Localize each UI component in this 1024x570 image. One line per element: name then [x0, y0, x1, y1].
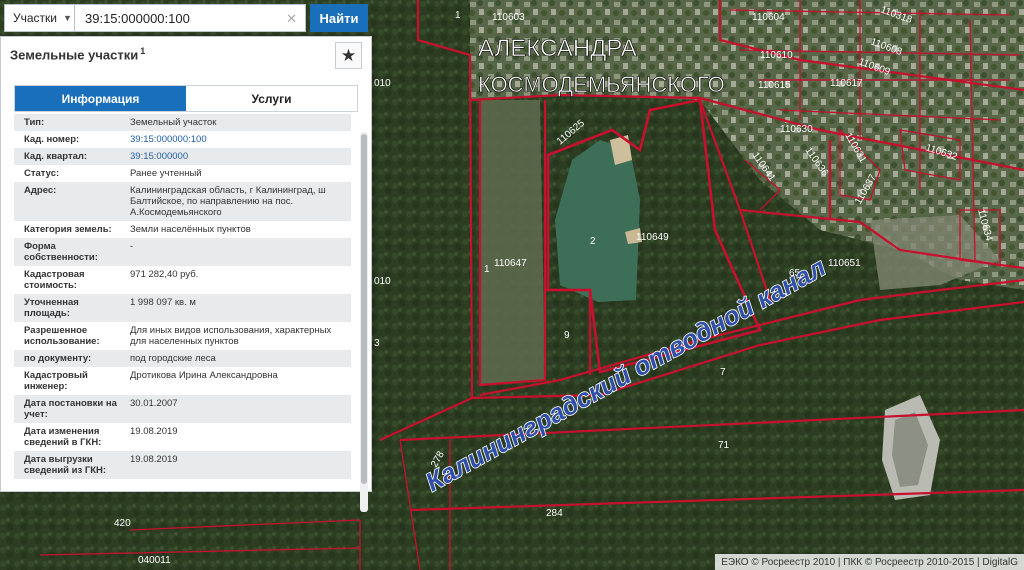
field-label: Адрес: — [14, 182, 126, 221]
panel-header: Земельные участки 1 ★ — [1, 37, 371, 77]
panel-scrollbar[interactable] — [360, 132, 368, 512]
search-query-text: 39:15:000000:100 — [85, 10, 190, 26]
scrollbar-thumb[interactable] — [361, 134, 367, 484]
panel-title: Земельные участки 1 — [10, 46, 145, 62]
field-value: Ранее учтенный — [126, 165, 351, 182]
table-row: Форма собственности: - — [14, 238, 351, 266]
tab-services[interactable]: Услуги — [186, 86, 357, 111]
parcel-label: 3 — [374, 338, 380, 349]
info-table: Тип: Земельный участок Кад. номер: 39:15:0… — [14, 114, 351, 479]
parcel-label: 110615 — [758, 80, 791, 91]
parcel-label: 1 — [484, 264, 490, 275]
panel-title-text: Земельные участки — [10, 47, 139, 63]
parcel-label: 9 — [564, 330, 570, 341]
info-table-container: Тип: Земельный участок Кад. номер: 39:15:0… — [14, 114, 360, 490]
district-label: АЛЕКСАНДРА — [478, 35, 637, 62]
table-row: Кадастровый инженер: Дротикова Ирина Алек… — [14, 367, 351, 395]
table-row: Уточненная площадь: 1 998 097 кв. м — [14, 294, 351, 322]
parcel-label: 110604 — [752, 12, 785, 23]
field-label: Дата изменения сведений в ГКН: — [14, 423, 126, 451]
parcel-label: 010 — [374, 276, 391, 287]
favorite-button[interactable]: ★ — [335, 42, 362, 69]
table-row: Статус: Ранее учтенный — [14, 165, 351, 182]
table-row: Кад. номер: 39:15:000000:100 — [14, 131, 351, 148]
field-value: Дротикова Ирина Александровна — [126, 367, 351, 395]
parcel-label: 110630 — [780, 124, 813, 135]
field-label: по документу: — [14, 350, 126, 367]
parcel-label: 110610 — [760, 50, 793, 61]
field-label: Статус: — [14, 165, 126, 182]
field-value: под городские леса — [126, 350, 351, 367]
table-row: Дата изменения сведений в ГКН: 19.08.2019 — [14, 423, 351, 451]
field-value: Для иных видов использования, характерны… — [126, 322, 351, 350]
parcel-label: 110617 — [830, 78, 863, 89]
parcel-label: 110647 — [494, 258, 527, 269]
table-row: Кад. квартал: 39:15:000000 — [14, 148, 351, 165]
land-plots-panel: Земельные участки 1 ★ Информация Услуги Т… — [0, 36, 372, 512]
field-value: Земельный участок — [126, 114, 351, 131]
search-scope-label: Участки — [13, 11, 57, 25]
table-row: Адрес: Калининградская область, г Калинин… — [14, 182, 351, 221]
panel-tabs: Информация Услуги — [14, 85, 358, 112]
field-label: Категория земель: — [14, 221, 126, 238]
clear-icon[interactable]: ✕ — [286, 11, 297, 27]
parcel-label: 420 — [114, 518, 131, 529]
table-row: по документу: под городские леса — [14, 350, 351, 367]
field-value: 30.01.2007 — [126, 395, 351, 423]
find-button[interactable]: Найти — [310, 4, 368, 32]
cadastral-quarter-link[interactable]: 39:15:000000 — [126, 148, 351, 165]
field-label: Кад. номер: — [14, 131, 126, 148]
field-label: Разрешенное использование: — [14, 322, 126, 350]
cadastral-number-link[interactable]: 39:15:000000:100 — [126, 131, 351, 148]
search-bar: Участки ▼ 39:15:000000:100 ✕ Найти — [4, 4, 368, 32]
field-label: Тип: — [14, 114, 126, 131]
parcel-label: 110651 — [828, 258, 861, 269]
field-value: 19.08.2019 — [126, 451, 351, 479]
tab-info[interactable]: Информация — [15, 86, 186, 111]
parcel-label: 71 — [718, 440, 730, 451]
field-value: - — [126, 238, 351, 266]
parcel-label: 1 — [455, 10, 461, 21]
parcel-label: 110603 — [492, 12, 525, 23]
field-value: 971 282,40 руб. — [126, 266, 351, 294]
table-row: Дата постановки на учет: 30.01.2007 — [14, 395, 351, 423]
field-value: 19.08.2019 — [126, 423, 351, 451]
field-label: Кадастровая стоимость: — [14, 266, 126, 294]
field-label: Кадастровый инженер: — [14, 367, 126, 395]
field-label: Уточненная площадь: — [14, 294, 126, 322]
parcel-label: 284 — [546, 508, 563, 519]
table-row: Кадастровая стоимость: 971 282,40 руб. — [14, 266, 351, 294]
district-label: КОСМОДЕМЬЯНСКОГО — [478, 72, 725, 97]
field-label: Кад. квартал: — [14, 148, 126, 165]
field-label: Дата выгрузки сведений из ГКН: — [14, 451, 126, 479]
field-label: Дата постановки на учет: — [14, 395, 126, 423]
result-count: 1 — [140, 46, 146, 56]
star-icon: ★ — [340, 45, 357, 65]
table-row: Дата выгрузки сведений из ГКН: 19.08.2019 — [14, 451, 351, 479]
search-input[interactable]: 39:15:000000:100 ✕ — [74, 4, 306, 32]
field-value: Калининградская область, г Калининград, … — [126, 182, 351, 221]
field-value: 1 998 097 кв. м — [126, 294, 351, 322]
field-value: Земли населённых пунктов — [126, 221, 351, 238]
table-row: Разрешенное использование: Для иных видов… — [14, 322, 351, 350]
table-row: Категория земель: Земли населённых пункто… — [14, 221, 351, 238]
parcel-label: 110649 — [636, 232, 669, 243]
table-row: Тип: Земельный участок — [14, 114, 351, 131]
search-scope-select[interactable]: Участки ▼ — [4, 4, 74, 32]
map-attribution: ЕЭКО © Росреестр 2010 | ПКК © Росреестр … — [715, 554, 1024, 570]
chevron-down-icon: ▼ — [63, 13, 72, 23]
parcel-label: 010 — [374, 78, 391, 89]
field-label: Форма собственности: — [14, 238, 126, 266]
parcel-label: 7 — [720, 367, 726, 378]
parcel-label: 2 — [590, 236, 596, 247]
parcel-label: 040011 — [138, 555, 171, 566]
